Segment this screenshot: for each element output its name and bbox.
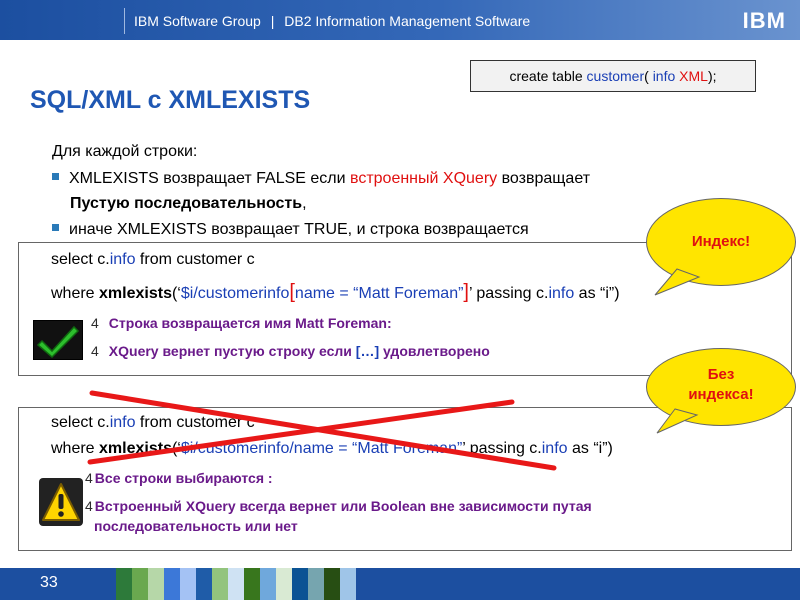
footer-tile — [196, 568, 212, 600]
footer-tile — [228, 568, 244, 600]
footer-tile — [132, 568, 148, 600]
index-bubble-text: Индекс! — [691, 233, 751, 250]
footer-tile — [212, 568, 228, 600]
bubble-line-2: индекса! — [688, 386, 754, 403]
footer-tile — [116, 568, 132, 600]
footer-tile — [164, 568, 180, 600]
footer-tile — [340, 568, 356, 600]
footer-tile — [244, 568, 260, 600]
footer-tile — [148, 568, 164, 600]
footer-decoration — [116, 568, 356, 600]
no-index-bubble: Без индекса! — [646, 348, 796, 434]
footer-tile — [276, 568, 292, 600]
footer-tile — [180, 568, 196, 600]
footer-bar: 33 — [0, 568, 800, 600]
page-number: 33 — [40, 574, 58, 591]
footer-tile — [324, 568, 340, 600]
footer-tile — [308, 568, 324, 600]
index-bubble: Индекс! — [646, 198, 796, 296]
no-index-bubble-text: Без индекса! — [647, 365, 795, 405]
footer-tile — [292, 568, 308, 600]
footer-tile — [260, 568, 276, 600]
bubble-line-1: Без — [707, 366, 735, 383]
